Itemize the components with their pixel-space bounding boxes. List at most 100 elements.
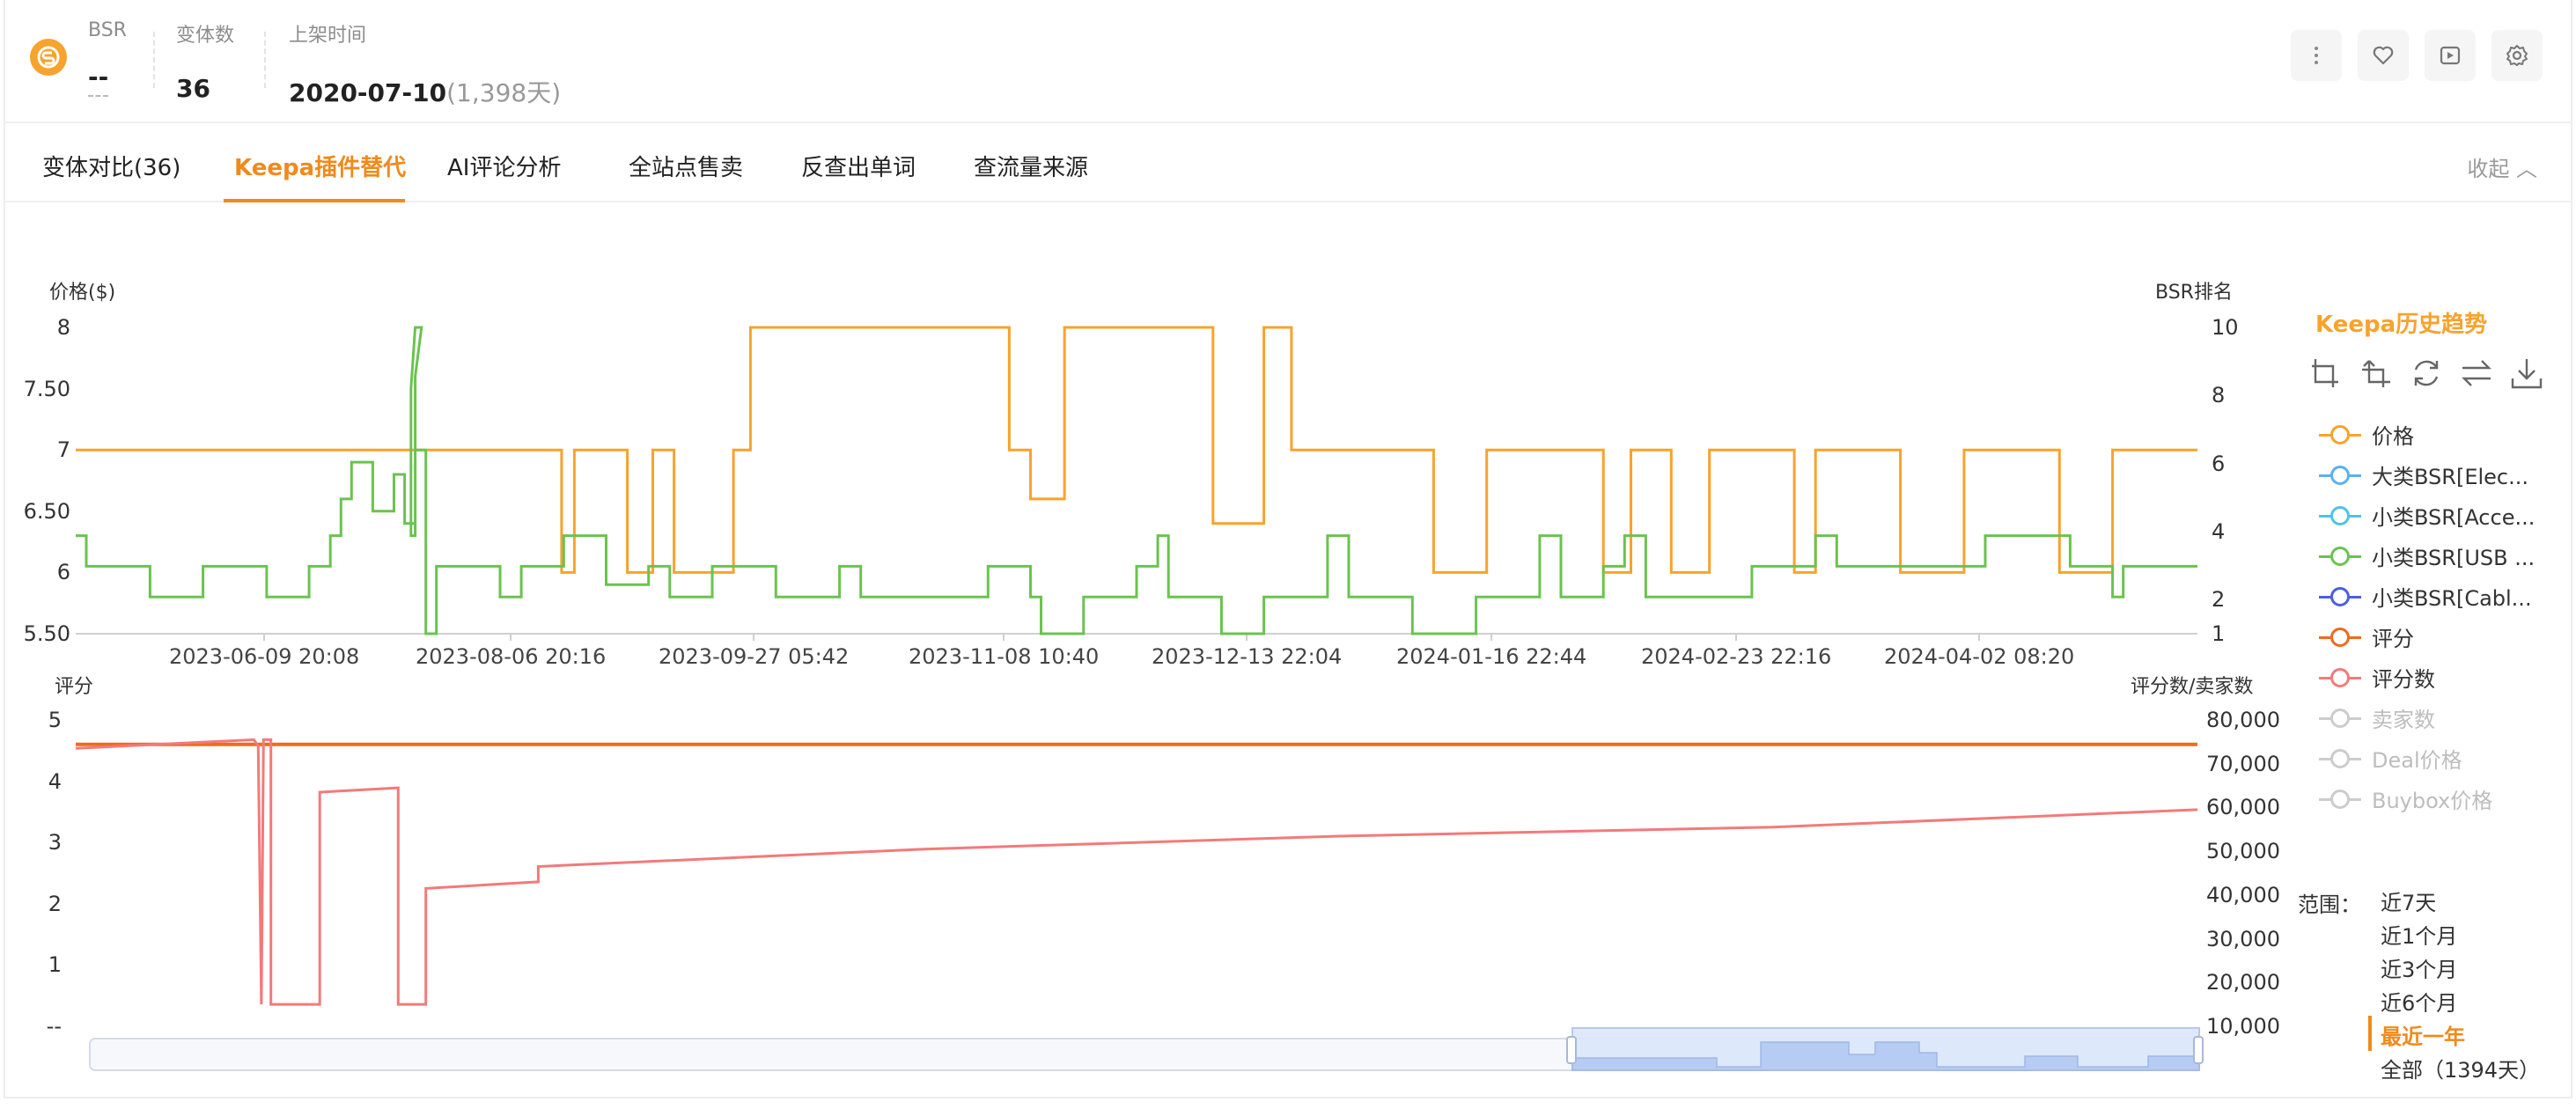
- zoom-reset-icon[interactable]: [2359, 356, 2394, 391]
- collapse-label: 收起: [2467, 157, 2510, 181]
- reviews-tick-label: 20,000: [2206, 970, 2280, 995]
- header-divider: [153, 32, 155, 88]
- swap-icon[interactable]: [2459, 356, 2494, 391]
- legend-label: 小类BSR[USB ...: [2372, 546, 2536, 570]
- date-tick-label: 2023-09-27 05:42: [659, 644, 850, 669]
- bsr-tick-label: 6: [2212, 451, 2226, 476]
- listed-days: (1,398天): [446, 78, 562, 107]
- date-tick-label: 2023-06-09 20:08: [169, 644, 360, 669]
- reviews-tick-label: 40,000: [2206, 882, 2280, 907]
- header-divider: [264, 32, 266, 88]
- reviews-axis-title: 评分数/卖家数: [2131, 676, 2254, 698]
- price-tick-label: 5.50: [23, 621, 70, 646]
- tab-bar: 变体对比(36) Keepa插件替代 AI评论分析 全站点售卖 反查出单词 查流…: [4, 121, 2572, 202]
- more-button[interactable]: [2291, 30, 2342, 81]
- rating-tick-label: 4: [48, 768, 62, 794]
- video-play-icon: [2440, 46, 2461, 65]
- bsr-value[interactable]: --: [88, 62, 109, 97]
- refresh-icon[interactable]: [2409, 356, 2444, 391]
- brand-logo-icon: [30, 39, 67, 76]
- rating-tick-label: 1: [48, 952, 62, 978]
- legend-marker-icon: [2319, 546, 2361, 567]
- legend-marker-icon: [2319, 708, 2361, 729]
- legend-label: 小类BSR[Cabl...: [2372, 586, 2532, 611]
- legend-item[interactable]: Deal价格: [2319, 743, 2462, 774]
- range-option[interactable]: 近1个月: [2381, 919, 2457, 950]
- legend-item[interactable]: 大类BSR[Elec...: [2319, 459, 2528, 490]
- gear-icon: [2506, 45, 2528, 66]
- legend-item[interactable]: 评分: [2319, 621, 2414, 652]
- rating-tick-label: --: [46, 1014, 62, 1039]
- range-option[interactable]: 近7天: [2381, 885, 2436, 916]
- range-option[interactable]: 全部（1394天）: [2381, 1053, 2540, 1083]
- legend-marker-icon: [2319, 465, 2361, 486]
- favorite-button[interactable]: [2358, 30, 2409, 81]
- price-tick-label: 7.50: [23, 376, 70, 401]
- legend-title: Keepa历史趋势: [2315, 312, 2488, 338]
- variants-block: 变体数 36: [176, 19, 234, 103]
- legend-item[interactable]: 卖家数: [2319, 702, 2435, 733]
- range-option[interactable]: 最近一年: [2381, 1019, 2465, 1050]
- bsr-tick-label: 2: [2212, 587, 2226, 613]
- legend-marker-icon: [2319, 505, 2361, 526]
- listed-block: 上架时间 2020-07-10(1,398天): [289, 19, 561, 109]
- legend-item[interactable]: 评分数: [2319, 662, 2435, 693]
- reviews-tick-label: 60,000: [2206, 795, 2280, 820]
- legend-item[interactable]: 小类BSR[Acce...: [2319, 500, 2535, 531]
- reviews-tick-label: 50,000: [2206, 839, 2280, 864]
- settings-button[interactable]: [2491, 30, 2543, 81]
- reviews-tick-label: 30,000: [2206, 926, 2280, 951]
- legend-label: 评分数: [2372, 667, 2435, 692]
- tab-traffic-source[interactable]: 查流量来源: [974, 150, 1088, 182]
- legend-item[interactable]: 小类BSR[Cabl...: [2319, 581, 2532, 612]
- zoom-icon[interactable]: [2308, 356, 2344, 391]
- legend-item[interactable]: 价格: [2319, 419, 2414, 450]
- collapse-button[interactable]: 收起 ︿: [2467, 151, 2537, 182]
- legend-label: Deal价格: [2372, 748, 2462, 773]
- legend-item[interactable]: 小类BSR[USB ...: [2319, 540, 2535, 571]
- rating-axis-title: 评分: [55, 676, 94, 698]
- range-option[interactable]: 近3个月: [2381, 952, 2457, 983]
- price-tick-label: 6: [56, 560, 70, 585]
- download-icon[interactable]: [2509, 356, 2544, 391]
- date-tick-label: 2024-02-23 22:16: [1641, 644, 1832, 669]
- tab-variant-compare[interactable]: 变体对比(36): [42, 150, 180, 182]
- chart-toolbox: [2308, 356, 2555, 394]
- legend-label: 小类BSR[Acce...: [2372, 505, 2536, 530]
- legend-marker-icon: [2319, 667, 2361, 688]
- date-tick-label: 2024-01-16 22:44: [1396, 644, 1587, 669]
- range-label: 范围：: [2298, 892, 2361, 917]
- legend-item[interactable]: Buybox价格: [2319, 783, 2492, 814]
- heart-icon: [2373, 46, 2394, 65]
- legend-label: 价格: [2372, 424, 2414, 449]
- bsr-axis-title: BSR排名: [2155, 282, 2233, 304]
- date-tick-label: 2024-04-02 08:20: [1884, 644, 2075, 669]
- legend-marker-icon: [2319, 424, 2361, 445]
- tab-keepa[interactable]: Keepa插件替代: [234, 150, 406, 182]
- range-active-indicator: [2368, 1016, 2372, 1051]
- rating-tick-label: 5: [48, 708, 62, 732]
- reviews-tick-label: 10,000: [2206, 1014, 2280, 1039]
- price-tick-label: 6.50: [23, 498, 70, 524]
- tab-reverse-keywords[interactable]: 反查出单词: [801, 150, 916, 182]
- price-tick-label: 7: [56, 437, 70, 463]
- legend-label: Buybox价格: [2372, 789, 2493, 813]
- bsr-block: BSR --: [88, 19, 127, 97]
- legend-marker-icon: [2319, 627, 2361, 648]
- bsr-tick-label: 1: [2212, 621, 2226, 646]
- variants-value: 36: [176, 74, 210, 103]
- rating-tick-label: 3: [48, 830, 62, 856]
- tab-ai-review[interactable]: AI评论分析: [447, 150, 561, 182]
- rating-tick-label: 2: [48, 891, 62, 916]
- listed-date: 2020-07-10: [289, 78, 447, 107]
- bsr-tick-label: 8: [2212, 383, 2226, 408]
- bsr-tick-label: 4: [2212, 519, 2226, 544]
- legend-label: 评分: [2372, 627, 2414, 651]
- legend-marker-icon: [2319, 789, 2361, 810]
- active-tab-underline: [224, 199, 405, 202]
- tab-global-sites[interactable]: 全站点售卖: [629, 150, 743, 182]
- range-option[interactable]: 近6个月: [2381, 986, 2457, 1017]
- date-tick-label: 2023-12-13 22:04: [1152, 644, 1343, 669]
- video-button[interactable]: [2425, 30, 2476, 81]
- legend-label: 大类BSR[Elec...: [2372, 465, 2528, 489]
